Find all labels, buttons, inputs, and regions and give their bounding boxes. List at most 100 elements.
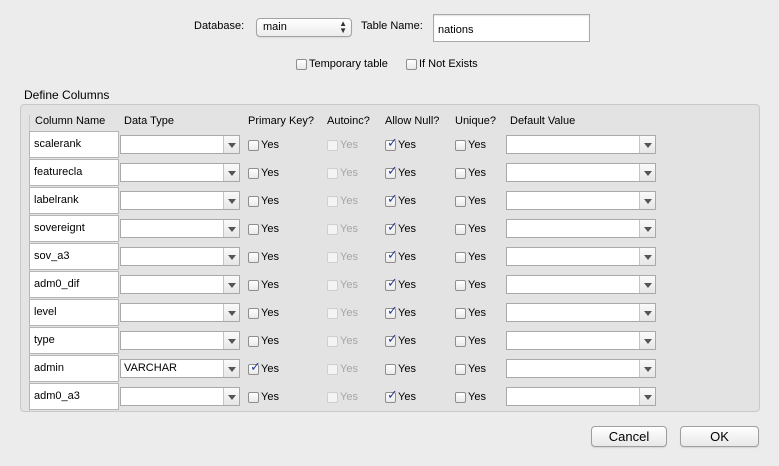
column-name-field[interactable]: featurecla	[29, 159, 119, 186]
dropdown-arrow-icon[interactable]	[223, 164, 239, 181]
default-value-combo[interactable]	[506, 219, 656, 238]
primary-key-option[interactable]: Yes	[248, 335, 279, 347]
column-name-field[interactable]: adm0_dif	[29, 271, 119, 298]
data-type-combo[interactable]	[120, 191, 240, 210]
data-type-combo[interactable]	[120, 303, 240, 322]
default-value-combo[interactable]	[506, 303, 656, 322]
allow-null-checkbox[interactable]: ✓	[385, 164, 398, 179]
primary-key-checkbox[interactable]	[248, 279, 259, 291]
unique-option[interactable]: Yes	[455, 363, 486, 375]
default-value-combo[interactable]	[506, 191, 656, 210]
dropdown-arrow-icon[interactable]	[639, 332, 655, 349]
column-name-field[interactable]: scalerank	[29, 131, 119, 158]
primary-key-option[interactable]: ✓ Yes	[248, 360, 279, 375]
table-name-input[interactable]	[433, 14, 590, 42]
data-type-combo[interactable]	[120, 247, 240, 266]
primary-key-option[interactable]: Yes	[248, 195, 279, 207]
dropdown-arrow-icon[interactable]	[223, 220, 239, 237]
allow-null-option[interactable]: ✓ Yes	[385, 136, 416, 151]
temporary-table-checkbox[interactable]	[296, 58, 307, 70]
unique-option[interactable]: Yes	[455, 167, 486, 179]
if-not-exists-checkbox[interactable]	[406, 58, 417, 70]
primary-key-option[interactable]: Yes	[248, 223, 279, 235]
if-not-exists-option[interactable]: If Not Exists	[406, 58, 478, 70]
dropdown-arrow-icon[interactable]	[639, 304, 655, 321]
unique-checkbox[interactable]	[455, 167, 466, 179]
allow-null-checkbox[interactable]: ✓	[385, 248, 398, 263]
data-type-combo[interactable]: VARCHAR	[120, 359, 240, 378]
dropdown-arrow-icon[interactable]	[223, 304, 239, 321]
default-value-combo[interactable]	[506, 163, 656, 182]
default-value-combo[interactable]	[506, 135, 656, 154]
allow-null-option[interactable]: ✓ Yes	[385, 388, 416, 403]
unique-checkbox[interactable]	[455, 223, 466, 235]
column-name-field[interactable]: type	[29, 327, 119, 354]
allow-null-option[interactable]: ✓ Yes	[385, 220, 416, 235]
dropdown-arrow-icon[interactable]	[639, 220, 655, 237]
primary-key-option[interactable]: Yes	[248, 251, 279, 263]
data-type-combo[interactable]	[120, 219, 240, 238]
dropdown-arrow-icon[interactable]	[639, 388, 655, 405]
column-name-field[interactable]: admin	[29, 355, 119, 382]
ok-button[interactable]: OK	[680, 426, 759, 447]
unique-option[interactable]: Yes	[455, 195, 486, 207]
primary-key-checkbox[interactable]	[248, 391, 259, 403]
dropdown-arrow-icon[interactable]	[639, 192, 655, 209]
primary-key-checkbox[interactable]	[248, 307, 259, 319]
dropdown-arrow-icon[interactable]	[223, 192, 239, 209]
data-type-combo[interactable]	[120, 331, 240, 350]
allow-null-option[interactable]: ✓ Yes	[385, 192, 416, 207]
column-name-field[interactable]: labelrank	[29, 187, 119, 214]
allow-null-checkbox[interactable]: ✓	[385, 332, 398, 347]
allow-null-option[interactable]: ✓ Yes	[385, 304, 416, 319]
unique-option[interactable]: Yes	[455, 223, 486, 235]
primary-key-option[interactable]: Yes	[248, 307, 279, 319]
allow-null-option[interactable]: ✓ Yes	[385, 248, 416, 263]
allow-null-checkbox[interactable]: ✓	[385, 388, 398, 403]
primary-key-checkbox[interactable]	[248, 335, 259, 347]
dropdown-arrow-icon[interactable]	[639, 248, 655, 265]
cancel-button[interactable]: Cancel	[591, 426, 667, 447]
unique-checkbox[interactable]	[455, 335, 466, 347]
dropdown-arrow-icon[interactable]	[223, 248, 239, 265]
dropdown-arrow-icon[interactable]	[223, 360, 239, 377]
unique-checkbox[interactable]	[455, 279, 466, 291]
column-name-field[interactable]: sov_a3	[29, 243, 119, 270]
allow-null-checkbox[interactable]: ✓	[385, 136, 398, 151]
unique-option[interactable]: Yes	[455, 139, 486, 151]
primary-key-checkbox[interactable]	[248, 251, 259, 263]
unique-checkbox[interactable]	[455, 307, 466, 319]
unique-checkbox[interactable]	[455, 251, 466, 263]
data-type-combo[interactable]	[120, 275, 240, 294]
allow-null-option[interactable]: ✓ Yes	[385, 332, 416, 347]
dropdown-arrow-icon[interactable]	[223, 332, 239, 349]
allow-null-checkbox[interactable]: ✓	[385, 276, 398, 291]
data-type-combo[interactable]	[120, 387, 240, 406]
allow-null-checkbox[interactable]: ✓	[385, 220, 398, 235]
primary-key-checkbox[interactable]	[248, 139, 259, 151]
default-value-combo[interactable]	[506, 359, 656, 378]
unique-checkbox[interactable]	[455, 139, 466, 151]
unique-option[interactable]: Yes	[455, 335, 486, 347]
unique-option[interactable]: Yes	[455, 391, 486, 403]
primary-key-checkbox[interactable]	[248, 223, 259, 235]
column-name-field[interactable]: adm0_a3	[29, 383, 119, 410]
default-value-combo[interactable]	[506, 275, 656, 294]
data-type-combo[interactable]	[120, 135, 240, 154]
primary-key-option[interactable]: Yes	[248, 279, 279, 291]
primary-key-option[interactable]: Yes	[248, 167, 279, 179]
unique-option[interactable]: Yes	[455, 251, 486, 263]
unique-option[interactable]: Yes	[455, 307, 486, 319]
column-name-field[interactable]: sovereignt	[29, 215, 119, 242]
dropdown-arrow-icon[interactable]	[223, 136, 239, 153]
unique-checkbox[interactable]	[455, 363, 466, 375]
primary-key-checkbox[interactable]: ✓	[248, 360, 261, 375]
dropdown-arrow-icon[interactable]	[639, 164, 655, 181]
allow-null-option[interactable]: ✓ Yes	[385, 164, 416, 179]
primary-key-checkbox[interactable]	[248, 167, 259, 179]
allow-null-checkbox[interactable]: ✓	[385, 192, 398, 207]
dropdown-arrow-icon[interactable]	[639, 360, 655, 377]
column-name-field[interactable]: level	[29, 299, 119, 326]
allow-null-option[interactable]: ✓ Yes	[385, 276, 416, 291]
unique-checkbox[interactable]	[455, 391, 466, 403]
